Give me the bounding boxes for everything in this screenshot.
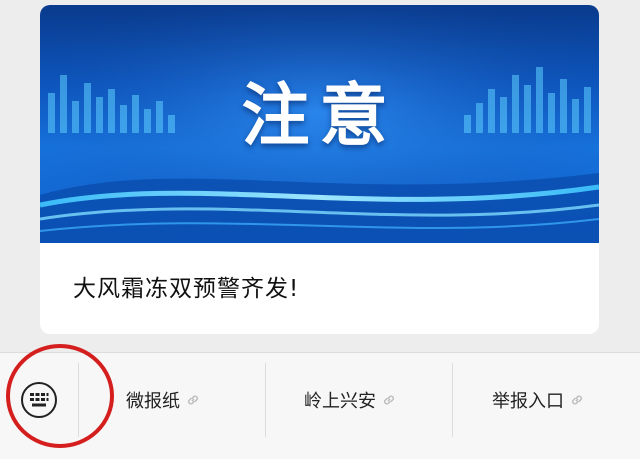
menu-item-label: 微报纸 — [126, 391, 180, 412]
red-annotation-circle — [6, 344, 114, 448]
link-icon — [188, 395, 198, 405]
article-banner-image[interactable]: 注意 — [40, 5, 599, 243]
menu-item-jubaorukou[interactable]: 举报入口 — [492, 383, 584, 417]
menu-item-lingshangxingan[interactable]: 岭上兴安 — [304, 383, 396, 417]
menu-item-label: 举报入口 — [492, 391, 564, 412]
menu-item-label: 岭上兴安 — [304, 391, 376, 412]
menu-divider — [452, 363, 453, 437]
link-icon — [384, 395, 394, 405]
menu-item-weibaozhi[interactable]: 微报纸 — [126, 383, 200, 417]
article-card[interactable]: 注意 大风霜冻双预警齐发! — [40, 5, 599, 334]
page: 注意 大风霜冻双预警齐发! 微报纸 岭上兴安 举报入口 — [0, 0, 640, 459]
article-title[interactable]: 大风霜冻双预警齐发! — [73, 269, 299, 303]
link-icon — [572, 395, 582, 405]
banner-headline: 注意 — [241, 77, 398, 156]
menu-divider — [265, 363, 266, 437]
